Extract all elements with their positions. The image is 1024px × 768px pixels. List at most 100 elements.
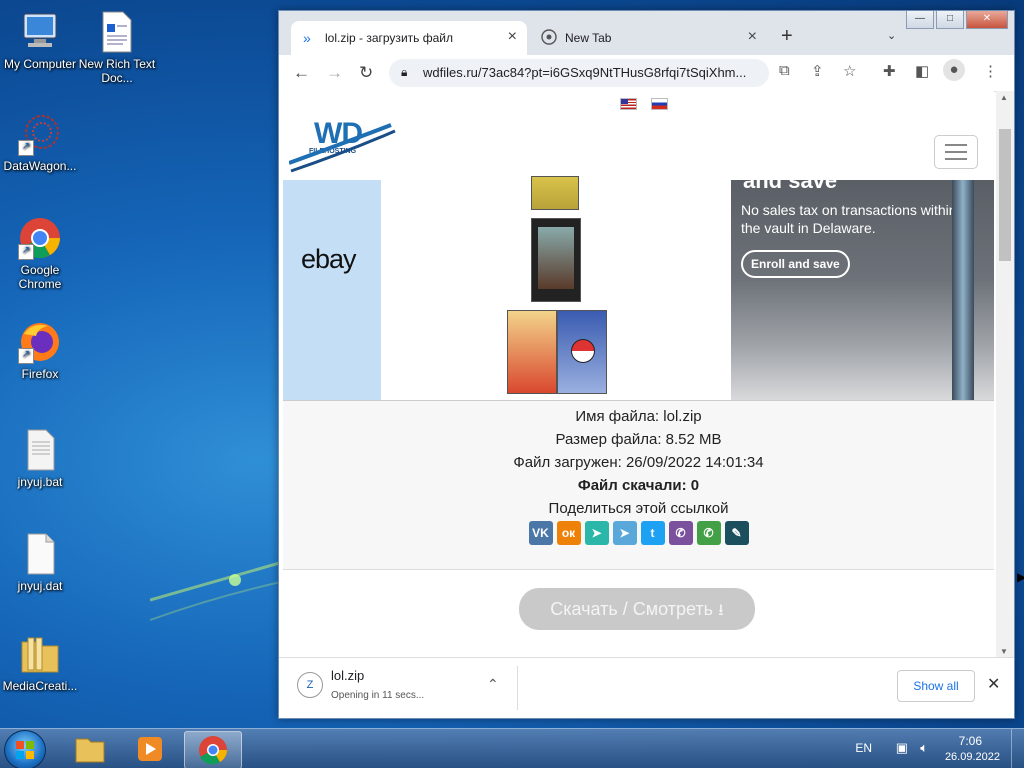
desktop-icon-jnyuj-dat[interactable]: jnyuj.dat — [0, 532, 80, 593]
share-icon[interactable]: ⇪ — [811, 62, 824, 80]
desktop-icon-datawagon[interactable]: ↗ DataWagon... — [0, 112, 80, 173]
file-downloads-value: 0 — [690, 477, 700, 494]
new-tab-plus-icon[interactable]: + — [781, 25, 793, 48]
desktop-icon-label: My Computer — [3, 57, 77, 71]
start-button[interactable] — [4, 730, 46, 768]
ebay-ad-banner[interactable]: ebay and save No sales tax on transactio… — [283, 168, 994, 401]
globe-icon — [541, 29, 557, 48]
pokemon-card-back-image — [557, 310, 607, 394]
tab-new-tab[interactable]: New Tab × — [531, 21, 767, 55]
pokemon-card-image — [507, 310, 557, 394]
batch-file-icon — [18, 428, 62, 472]
clock-time[interactable]: 7:06 — [959, 734, 982, 748]
side-panel-icon[interactable]: ◧ — [915, 62, 929, 80]
firefox-icon: ↗ — [18, 320, 62, 364]
download-button[interactable]: Скачать / Смотреть ⭳ — [519, 588, 755, 630]
chevron-up-icon[interactable]: ⌃ — [487, 676, 499, 693]
volume-icon[interactable]: 🔈︎ — [920, 740, 928, 756]
browser-toolbar: ← → ↻ 🔒︎ wdfiles.ru/73ac84?pt=i6GSxq9NtT… — [279, 55, 1014, 92]
show-all-button[interactable]: Show all — [897, 670, 975, 702]
folder-icon — [18, 632, 62, 676]
desktop-icon-label: jnyuj.dat — [17, 579, 63, 593]
folder-icon — [75, 738, 105, 763]
download-status: Opening in 11 secs... — [331, 690, 425, 701]
file-uploaded-line: Файл загружен: 26/09/2022 14:01:34 — [283, 451, 994, 474]
desktop-icon-label: jnyuj.bat — [17, 475, 63, 489]
telegram-share-button[interactable]: ➤ — [612, 521, 637, 545]
address-bar[interactable]: 🔒︎ wdfiles.ru/73ac84?pt=i6GSxq9NtTHusG8r… — [389, 59, 769, 87]
menu-kebab-icon[interactable]: ⋮ — [983, 62, 998, 80]
ru-flag-icon[interactable] — [651, 98, 669, 110]
desktop-icon-mediacreation[interactable]: MediaCreati... — [0, 632, 80, 693]
profile-avatar-icon[interactable]: ● — [943, 59, 965, 81]
maximize-button[interactable]: □ — [936, 11, 964, 29]
minimize-button[interactable]: — — [906, 11, 934, 29]
twitter-share-button[interactable]: t — [640, 521, 665, 545]
odnoklassniki-share-button[interactable]: ок — [556, 521, 581, 545]
desktop-icon-jnyuj-bat[interactable]: jnyuj.bat — [0, 428, 80, 489]
file-info-panel: Имя файла: lol.zip Размер файла: 8.52 MB… — [283, 401, 994, 570]
tab-title: New Tab — [565, 31, 612, 45]
close-tab-icon[interactable]: × — [508, 28, 517, 46]
scroll-up-icon[interactable]: ▲ — [1000, 93, 1008, 102]
taskbar-media-player[interactable] — [122, 731, 178, 767]
network-icon[interactable]: ▣ — [896, 740, 908, 756]
shelf-divider — [517, 666, 518, 710]
tab-lol-zip[interactable]: » lol.zip - загрузить файл × — [291, 21, 527, 55]
bookmark-star-icon[interactable]: ☆ — [843, 62, 856, 80]
close-window-button[interactable]: ✕ — [966, 11, 1008, 29]
extensions-icon[interactable]: ✚ — [883, 62, 896, 80]
enroll-and-save-button[interactable]: Enroll and save — [741, 250, 850, 278]
file-downloads-line: Файл скачали: 0 — [283, 474, 994, 497]
taskbar-explorer[interactable] — [62, 731, 118, 767]
scrollbar-thumb[interactable] — [999, 129, 1011, 261]
file-uploaded-label: Файл загружен: — [513, 454, 622, 471]
shortcut-arrow-icon: ↗ — [18, 244, 34, 260]
document-icon — [95, 10, 139, 54]
forward-arrow-icon[interactable]: → — [326, 63, 343, 83]
media-player-icon — [138, 737, 162, 761]
ad-cards-panel — [381, 176, 731, 400]
page-scrollbar[interactable]: ▲ ▼ — [996, 91, 1014, 658]
close-tab-icon[interactable]: × — [748, 28, 757, 46]
download-filename[interactable]: lol.zip — [331, 668, 364, 683]
reload-icon[interactable]: ↻ — [359, 63, 373, 83]
ad-headline: and save — [743, 168, 838, 193]
translate-icon[interactable]: ⧉ — [779, 62, 790, 79]
network-icon: ↗ — [18, 112, 62, 156]
tab-search-chevron-icon[interactable]: ⌄ — [887, 29, 896, 42]
close-shelf-icon[interactable]: ✕ — [987, 674, 1000, 694]
trading-card-image — [531, 176, 579, 210]
language-indicator[interactable]: EN — [855, 741, 872, 755]
desktop-icon-label: Firefox — [21, 367, 59, 381]
livejournal-share-button[interactable]: ✎ — [724, 521, 749, 545]
language-flags — [615, 97, 673, 115]
wd-logo[interactable]: WD FILEHOSTING — [288, 113, 399, 178]
desktop-icon-new-rich-text[interactable]: New Rich Text Doc... — [77, 10, 157, 85]
viber-share-button[interactable]: ✆ — [668, 521, 693, 545]
shortcut-arrow-icon: ↗ — [18, 348, 34, 364]
clock-date[interactable]: 26.09.2022 — [945, 751, 1000, 763]
computer-icon — [18, 10, 62, 54]
file-size-line: Размер файла: 8.52 MB — [283, 428, 994, 451]
back-arrow-icon[interactable]: ← — [293, 63, 310, 83]
show-desktop-button[interactable] — [1011, 729, 1024, 768]
us-flag-icon[interactable] — [620, 98, 637, 110]
desktop-icon-label: MediaCreati... — [2, 679, 78, 693]
desktop-icon-my-computer[interactable]: My Computer — [0, 10, 80, 71]
vk-share-button[interactable]: VK — [528, 521, 553, 545]
download-icon: ⭳ — [718, 602, 724, 619]
hamburger-menu-button[interactable] — [934, 135, 978, 169]
ad-vault-panel: and save No sales tax on transactions wi… — [731, 168, 994, 400]
whatsapp-share-button[interactable]: ✆ — [696, 521, 721, 545]
send-share-button[interactable]: ➤ — [584, 521, 609, 545]
taskbar-chrome[interactable] — [184, 731, 242, 768]
desktop-icon-google-chrome[interactable]: ↗ Google Chrome — [0, 216, 80, 291]
taskbar: EN ▣ 🔈︎ 7:06 26.09.2022 — [0, 728, 1024, 768]
page-content: WD FILEHOSTING ebay and save No sales ta… — [279, 91, 994, 658]
baseball-card-image — [531, 218, 581, 302]
desktop-icon-firefox[interactable]: ↗ Firefox — [0, 320, 80, 381]
tab-bar: » lol.zip - загрузить файл × New Tab × +… — [279, 11, 1014, 55]
desktop-icon-label: DataWagon... — [3, 159, 77, 173]
scroll-down-icon[interactable]: ▼ — [1000, 647, 1008, 656]
